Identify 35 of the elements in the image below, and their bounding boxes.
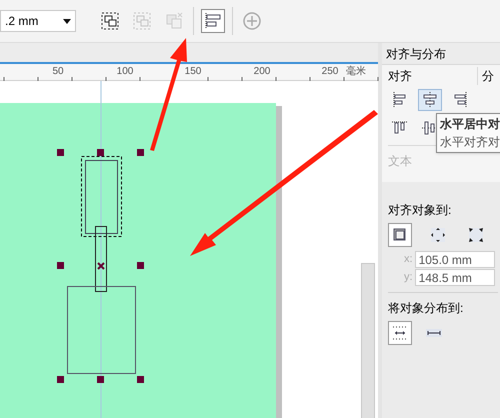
ruler-unit: 毫米: [346, 64, 366, 79]
ruler-label: 250: [322, 65, 338, 79]
coordinate-field[interactable]: 148.5 mm: [414, 269, 495, 286]
selection-handles[interactable]: [57, 149, 144, 383]
ruler-label: 200: [254, 65, 270, 79]
ungroup-all-icon: [164, 11, 184, 31]
center-mark-icon: [97, 262, 105, 270]
tooltip-text: 水平对齐对: [440, 134, 500, 151]
coordinate-field[interactable]: 105.0 mm: [414, 251, 495, 268]
group-icon: [100, 11, 120, 31]
ruler-label: 50: [52, 65, 64, 79]
outline-width-dropdown[interactable]: .2 mm: [0, 10, 76, 32]
align-target-button[interactable]: [388, 223, 412, 247]
section-heading: 将对象分布到:: [388, 300, 464, 317]
distribute-target-button[interactable]: [388, 321, 412, 345]
section-heading: 对齐: [388, 68, 413, 85]
align-button[interactable]: [418, 89, 442, 111]
panel-title: 对齐与分布: [382, 43, 500, 65]
align-center-icon: [422, 92, 438, 108]
align-left-icon: [203, 11, 223, 31]
text-label: 文本: [388, 153, 413, 170]
toolbar-button[interactable]: [201, 9, 225, 33]
align-right-icon: [452, 92, 468, 108]
ruler-label: 100: [116, 65, 134, 79]
ungroup-icon: [132, 11, 152, 31]
tooltip-title: 水平居中对: [440, 116, 500, 133]
align-left-icon: [392, 92, 408, 108]
section-heading: 分: [477, 67, 494, 85]
caret-icon: [63, 18, 71, 24]
coordinate-label: x:: [404, 252, 413, 268]
section-heading: 对齐对象到:: [388, 202, 452, 219]
ruler-label: 150: [184, 65, 202, 79]
coordinate-label: y:: [404, 270, 413, 286]
align-top-icon: [392, 120, 408, 136]
add-icon: [242, 11, 262, 31]
